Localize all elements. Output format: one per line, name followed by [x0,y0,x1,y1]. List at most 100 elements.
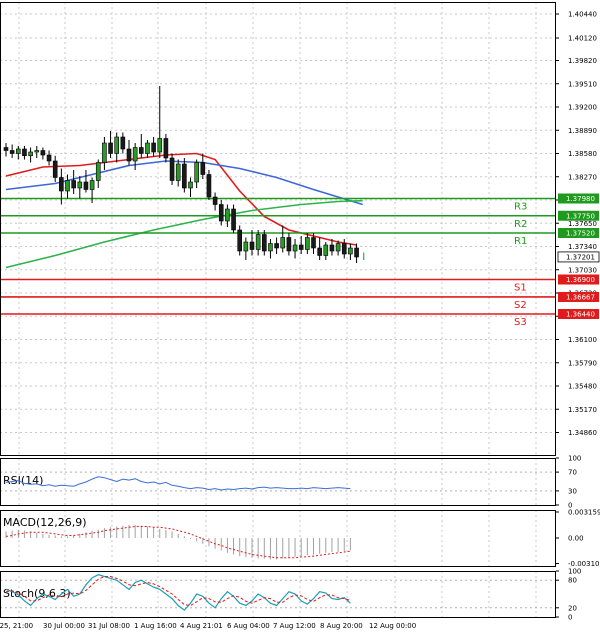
price-tick-label: 1.39820 [568,57,597,65]
candle-body [194,162,199,183]
candle-body [22,148,27,157]
candle-body [114,136,119,154]
candle-body [34,150,40,153]
time-tick-label: 6 Aug 04:00 [227,622,270,630]
level-label-r3: R3 [514,202,527,213]
stoch-tick-label: 80 [568,577,577,585]
stoch-tick-label: 20 [568,604,577,612]
candle-body [212,196,218,205]
candle-body [95,162,101,181]
time-tick-label: 7 Aug 12:00 [273,622,316,630]
candle-body [120,136,126,150]
candle-body [65,180,70,192]
rsi-tick-label: 70 [568,469,577,477]
level-price-tag-text-r2: 1.37750 [566,212,595,220]
level-label-s3: S3 [514,317,527,328]
candle-body [52,160,58,178]
candle-body [298,244,304,250]
price-tick-label: 1.38270 [568,173,597,181]
candle-body [188,181,193,189]
candle-body [15,148,21,154]
candle-body [132,147,138,162]
candle-body [145,142,150,154]
price-tick-label: 1.38580 [568,150,597,158]
candle-body [268,243,273,252]
candle-body [280,237,286,249]
stoch-tick-label: 0 [568,614,572,622]
rsi-pane[interactable]: RSI(14) [0,471,556,492]
macd-tick-label: 0.00 [568,535,584,543]
candle-body [28,151,33,157]
candle-body [249,241,255,250]
candle-body [317,247,322,256]
level-label-r1: R1 [514,236,527,247]
candle-body [157,138,163,153]
price-tick-label: 1.35170 [568,406,597,414]
rsi-tick-label: 100 [568,455,581,463]
candle-body [323,244,329,256]
candle-body [169,157,175,181]
candle-body [329,244,335,252]
price-pane[interactable]: R3 R2 R1 S1 S2 S3 [0,86,556,328]
candle-body [274,243,279,249]
candle-body [255,234,261,250]
pane-border-stoch [0,571,556,618]
level-price-tag-text-s3: 1.36440 [566,311,595,319]
candle-body [89,180,95,190]
candle-body [305,237,310,250]
price-tick-label: 1.40120 [568,35,597,43]
candle-body [206,174,212,198]
level-label-s2: S2 [514,300,527,311]
price-tick-label: 1.39510 [568,80,597,88]
pane-border-price [0,2,556,456]
price-tick-label: 1.35790 [568,359,597,367]
rsi-title: RSI(14) [3,474,43,487]
time-tick-label: Jul 2025, 21:00 [0,622,33,630]
candle-body [292,244,298,252]
candle-body [3,147,9,151]
price-tick-label: 1.35480 [568,383,597,391]
level-price-tag-text-r1: 1.37520 [566,230,595,238]
rsi-tick-label: 30 [568,487,577,495]
price-tick-label: 1.38890 [568,127,597,135]
pane-border-rsi [0,458,556,506]
candle-body [182,163,187,189]
candle-body [151,142,156,153]
macd-signal-line [5,526,351,559]
candle-body [354,247,359,258]
candle-body [341,243,347,255]
macd-title: MACD(12,26,9) [3,516,87,529]
level-price-tag-text-s2: 1.36667 [566,293,595,301]
level-label-r2: R2 [514,219,527,230]
candle-body [225,208,230,222]
price-tick-label: 1.40440 [568,11,597,19]
stoch-tick-label: 100 [568,568,581,576]
level-label-s1: S1 [514,283,527,294]
candle-body [231,208,236,231]
candle-body [40,150,46,156]
price-tick-label: 1.37650 [568,220,597,228]
level-price-tag-text-r3: 1.37980 [566,195,595,203]
candle-body [218,204,224,222]
level-price-tag-text-s1: 1.36900 [566,276,595,284]
price-tick-label: 1.39200 [568,104,597,112]
price-tick-label: 1.34860 [568,429,597,437]
candle-body [200,162,206,175]
candle-body [163,138,169,159]
time-tick-label: 31 Jul 08:00 [88,622,130,630]
candle-body [46,154,52,162]
stoch-pane[interactable]: Stoch(9,6,3) [0,574,556,611]
candle-body [59,177,64,192]
candle-body [348,247,353,255]
candle-body [71,180,76,189]
rsi-line [5,476,351,491]
candle-body [311,237,316,249]
time-tick-label: 4 Aug 21:01 [180,622,223,630]
macd-pane[interactable]: MACD(12,26,9) [3,516,351,560]
price-tick-label: 1.37030 [568,266,597,274]
candle-body [77,181,83,189]
candle-body [83,181,89,190]
time-tick-label: 8 Aug 20:00 [320,622,363,630]
time-tick-label: 1 Aug 16:00 [134,622,177,630]
chart-svg: R3 R2 R1 S1 S2 S3 RSI(14) MACD(12,26,9) Stoch… [0,2,600,630]
